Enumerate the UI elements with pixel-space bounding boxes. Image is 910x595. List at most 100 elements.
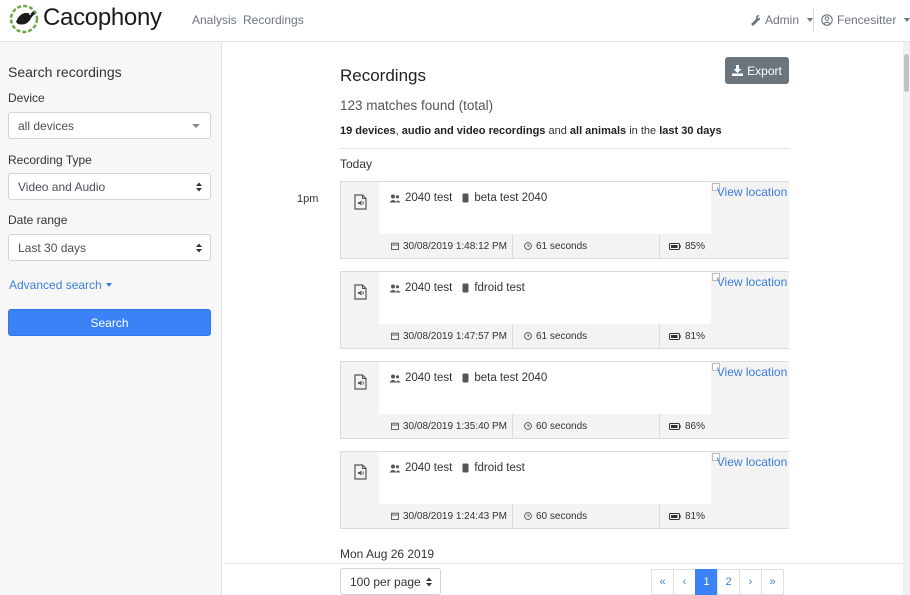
chevron-down-icon [904,18,910,22]
recording-battery-cell: 81% [669,324,705,348]
recording-card[interactable]: 2040 test beta test 2040 30/08/2019 1:35:4… [340,361,789,439]
recording-battery: 81% [685,510,706,522]
scrollbar[interactable] [903,42,910,595]
recording-meta: 30/08/2019 1:35:40 PM 60 seconds 86% [379,414,711,438]
group-icon [389,464,401,472]
recording-duration-cell: 61 seconds [524,324,587,348]
meta-divider [659,414,660,438]
admin-menu[interactable]: Admin [749,13,814,27]
view-location-link[interactable]: View location [712,454,788,471]
recording-device[interactable]: beta test 2040 [474,192,547,204]
export-button[interactable]: Export [725,57,789,84]
pagination-bar [223,563,910,595]
nav-analysis[interactable]: Analysis [192,13,237,27]
user-menu[interactable]: Fencesitter [821,13,910,27]
recording-datetime: 30/08/2019 1:48:12 PM [403,240,507,252]
recording-group[interactable]: 2040 test [405,372,452,384]
recording-card[interactable]: 2040 test fdroid test 30/08/2019 1:47:57 P… [340,271,789,349]
clock-icon [524,512,532,520]
view-location-link[interactable]: View location [712,274,788,291]
recording-duration: 61 seconds [536,240,588,252]
page-2-button[interactable]: 2 [717,569,740,595]
device-select[interactable]: all devices [8,112,211,139]
top-navbar: Cacophony Analysis Recordings Admin Fenc… [0,0,910,42]
meta-divider [659,324,660,348]
recording-type-value: Video and Audio [18,180,106,194]
recording-datetime: 30/08/2019 1:47:57 PM [403,330,507,342]
sidebar-title: Search recordings [8,64,122,80]
meta-divider [512,504,513,528]
summary-range: last 30 days [659,125,722,137]
calendar-icon [391,242,399,250]
user-label: Fencesitter [837,13,897,27]
recording-duration: 61 seconds [536,330,588,342]
clock-icon [524,422,532,430]
recording-title-line: 2040 test beta test 2040 [389,192,547,204]
recording-meta: 30/08/2019 1:24:43 PM 60 seconds 81% [379,504,711,528]
summary-devices: 19 devices [340,125,396,137]
match-count: 123 matches found (total) [340,98,494,113]
device-label: Device [8,91,45,105]
hour-label: 1pm [297,193,319,205]
export-label: Export [747,63,782,78]
recording-group[interactable]: 2040 test [405,282,452,294]
page-prev-button[interactable]: ‹ [673,569,696,595]
recording-card[interactable]: 2040 test beta test 2040 30/08/2019 1:48:1… [340,181,789,259]
recording-card[interactable]: 2040 test fdroid test 30/08/2019 1:24:43 P… [340,451,789,529]
recording-battery: 86% [685,420,706,432]
battery-icon [669,422,681,430]
recording-group[interactable]: 2040 test [405,192,452,204]
meta-divider [512,414,513,438]
download-icon [732,65,744,76]
nav-recordings[interactable]: Recordings [243,13,304,27]
per-page-select[interactable]: 100 per page [340,568,441,595]
recording-device[interactable]: fdroid test [474,462,525,474]
page-1-button[interactable]: 1 [695,569,718,595]
admin-label: Admin [765,13,800,27]
recording-date-cell: 30/08/2019 1:47:57 PM [391,324,507,348]
date-range-select[interactable]: Last 30 days [8,234,211,261]
device-icon [462,283,469,293]
recording-duration-cell: 60 seconds [524,504,587,528]
meta-divider [659,504,660,528]
recording-datetime: 30/08/2019 1:24:43 PM [403,510,507,522]
page-first-button[interactable]: « [651,569,674,595]
audio-file-icon [354,464,367,480]
recording-duration: 60 seconds [536,420,588,432]
scrollbar-thumb[interactable] [904,54,909,92]
recording-duration-cell: 61 seconds [524,234,587,258]
page-last-button[interactable]: » [761,569,784,595]
battery-icon [669,512,681,520]
search-button[interactable]: Search [8,309,211,336]
recording-device[interactable]: fdroid test [474,282,525,294]
recording-title-line: 2040 test fdroid test [389,282,525,294]
search-sidebar: Search recordings Device all devices Rec… [0,42,222,595]
recording-device[interactable]: beta test 2040 [474,372,547,384]
recording-date-cell: 30/08/2019 1:35:40 PM [391,414,507,438]
user-circle-icon [821,14,833,26]
recording-group[interactable]: 2040 test [405,462,452,474]
view-location-link[interactable]: View location [712,184,788,201]
day-heading-today: Today [340,157,373,171]
brand-name: Cacophony [43,4,162,31]
meta-divider [512,324,513,348]
recording-type-select[interactable]: Video and Audio [8,173,211,200]
summary-types: audio and video recordings [401,125,546,137]
recording-type-label: Recording Type [8,153,92,167]
device-icon [462,193,469,203]
recording-duration: 60 seconds [536,510,588,522]
summary-animals: all animals [569,125,627,137]
brand[interactable]: Cacophony [8,2,162,34]
per-page-value: 100 per page [350,575,421,589]
recording-battery-cell: 86% [669,414,705,438]
select-arrows-icon [196,243,202,253]
recording-battery-cell: 81% [669,504,705,528]
date-range-value: Last 30 days [18,241,87,255]
advanced-search-toggle[interactable]: Advanced search [9,278,112,292]
view-location-link[interactable]: View location [712,364,788,381]
page-next-button[interactable]: › [739,569,762,595]
recording-meta: 30/08/2019 1:47:57 PM 61 seconds 81% [379,324,711,348]
meta-divider [512,234,513,258]
clock-icon [524,242,532,250]
recording-date-cell: 30/08/2019 1:24:43 PM [391,504,507,528]
